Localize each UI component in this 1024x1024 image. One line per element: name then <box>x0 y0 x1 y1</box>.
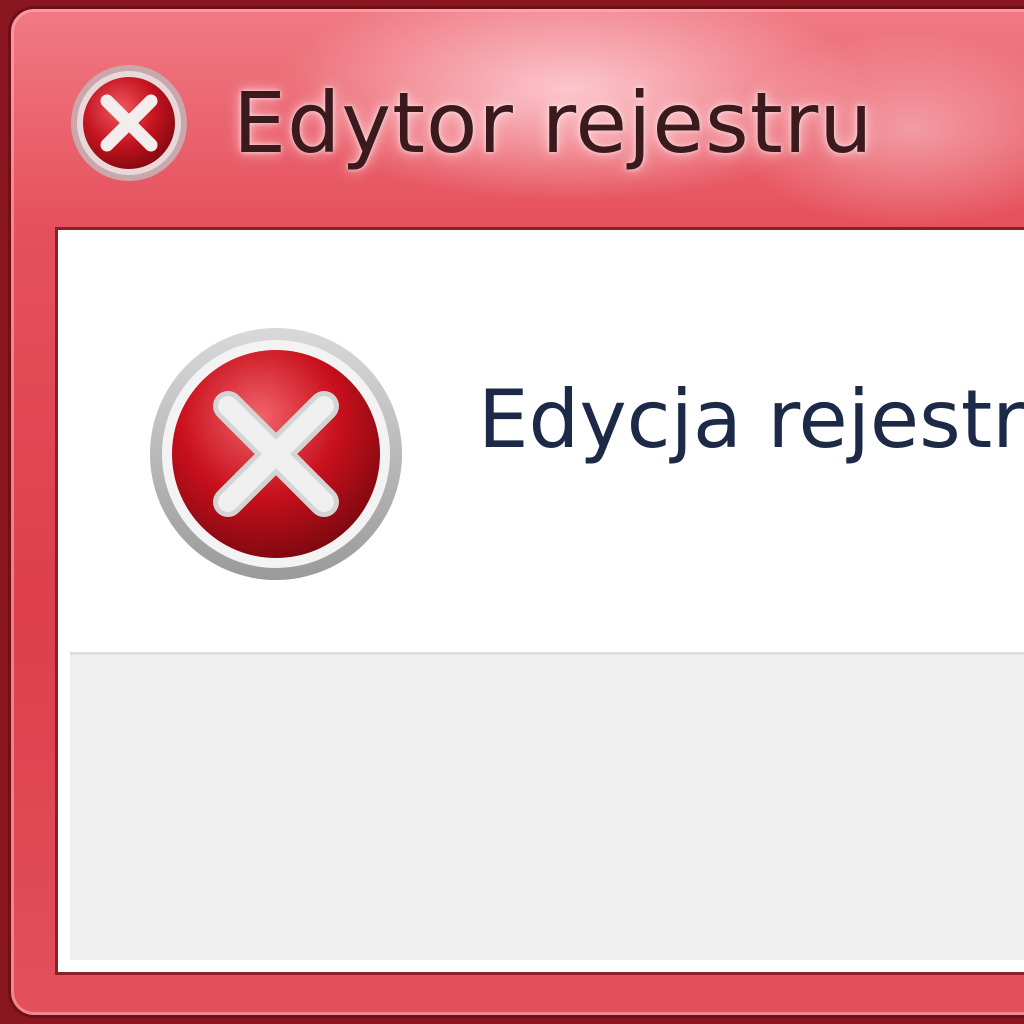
window-title: Edytor rejestru <box>233 74 874 172</box>
error-icon <box>67 61 191 185</box>
error-icon <box>146 324 406 584</box>
screen: Edytor rejestru Edycja rejestru <box>0 0 1024 1024</box>
dialog-window: Edytor rejestru Edycja rejestru <box>8 6 1024 1018</box>
dialog-body: Edycja rejestru <box>70 242 1024 960</box>
dialog-button-bar <box>70 655 1024 960</box>
message-area: Edycja rejestru <box>70 242 1024 652</box>
dialog-message: Edycja rejestru <box>478 373 1024 466</box>
dialog-body-frame: Edycja rejestru <box>55 227 1024 975</box>
title-bar[interactable]: Edytor rejestru <box>11 9 1024 219</box>
